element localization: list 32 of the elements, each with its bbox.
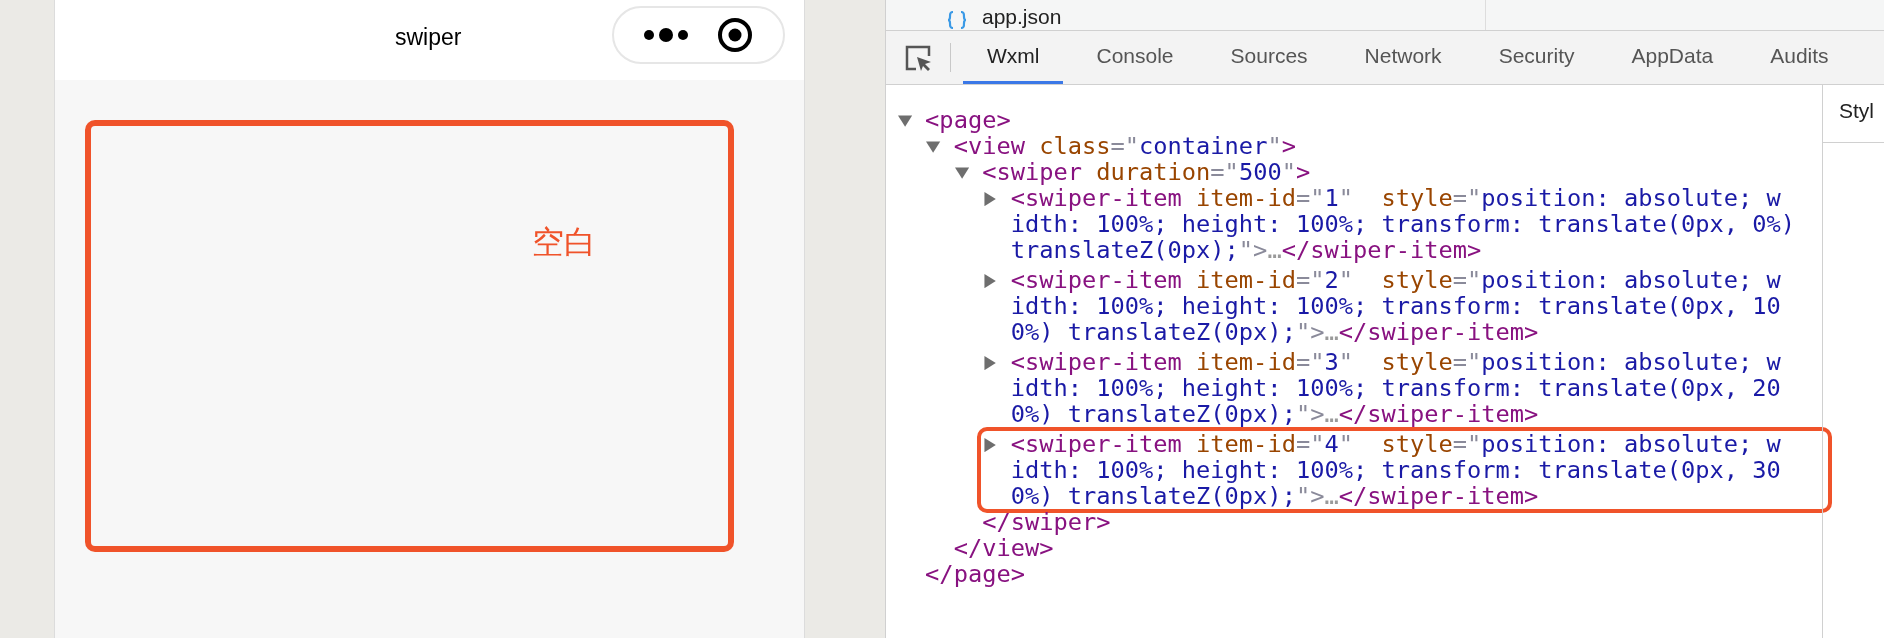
collapsed-triangle-icon[interactable]: [983, 438, 998, 453]
page-title: swiper: [395, 23, 462, 52]
styles-panel-tab[interactable]: Styl: [1823, 85, 1884, 143]
file-name[interactable]: app.json: [982, 4, 1062, 30]
target-icon[interactable]: [717, 17, 753, 53]
devtools-tab[interactable]: AppData: [1607, 31, 1738, 84]
capsule-menu[interactable]: [612, 6, 785, 64]
expanded-triangle-icon[interactable]: [926, 140, 941, 155]
code-line: </swiper>: [982, 509, 1111, 535]
devtools-tab[interactable]: Security: [1474, 31, 1599, 84]
code-line: </view>: [953, 535, 1054, 561]
code-line: <view class="container">: [953, 133, 1297, 159]
collapsed-triangle-icon[interactable]: [983, 356, 998, 371]
collapsed-triangle-icon[interactable]: [983, 192, 998, 207]
devtools-tab[interactable]: Console: [1072, 31, 1198, 84]
devtools-tab[interactable]: Network: [1340, 31, 1466, 84]
devtools-tab[interactable]: Audits: [1746, 31, 1853, 84]
devtools-tab[interactable]: Wxml: [963, 31, 1064, 84]
code-line: <swiper duration="500">: [982, 159, 1312, 185]
code-line: <swiper-item item-id="4" style="position: absolute; width: 100%; height: 100%; transform: translate(0px, 300%) translateZ(0px);">…</swiper-item>: [1010, 431, 1782, 509]
devtools-tab[interactable]: Sources: [1206, 31, 1332, 84]
code-line: <page>: [925, 107, 1012, 133]
code-line: <swiper-item item-id="3" style="position: absolute; width: 100%; height: 100%; transform: translate(0px, 200%) translateZ(0px);">…</swiper-item>: [1010, 349, 1782, 427]
expanded-triangle-icon[interactable]: [897, 114, 913, 129]
expanded-triangle-icon[interactable]: [954, 166, 970, 181]
code-line: </page>: [925, 561, 1026, 587]
collapsed-triangle-icon[interactable]: [983, 274, 998, 289]
more-icon[interactable]: [644, 28, 688, 42]
annotation-label: 空白: [532, 224, 596, 260]
inspect-icon[interactable]: [904, 43, 932, 72]
code-line: <swiper-item item-id="1" style="position: absolute; width: 100%; height: 100%; transform: translate(0px, 0%) translateZ(0px);">…</swiper-item>: [1010, 185, 1795, 263]
code-line: <swiper-item item-id="2" style="position: absolute; width: 100%; height: 100%; transform: translate(0px, 100%) translateZ(0px);">…</swiper-item>: [1010, 267, 1782, 345]
